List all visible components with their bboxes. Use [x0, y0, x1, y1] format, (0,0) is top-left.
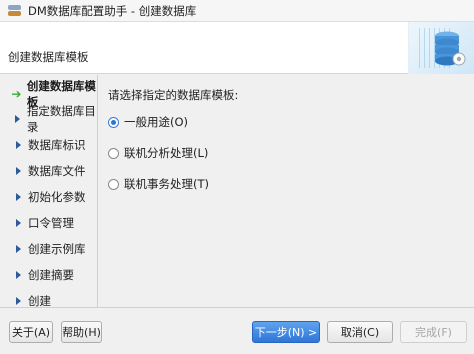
step-triangle-icon [14, 115, 20, 123]
step-password: 口令管理 [0, 212, 98, 234]
step-label: 口令管理 [28, 216, 74, 230]
finish-button[interactable]: 完成(F) [400, 321, 467, 343]
template-prompt: 请选择指定的数据库模板: [108, 88, 239, 102]
title-bar: DM数据库配置助手 - 创建数据库 [0, 0, 474, 22]
step-init-params: 初始化参数 [0, 186, 98, 208]
step-db-directory: 指定数据库目录 [0, 104, 98, 134]
next-button[interactable]: 下一步(N) > [252, 321, 320, 343]
window-title: DM数据库配置助手 - 创建数据库 [28, 3, 197, 18]
about-button[interactable]: 关于(A) [9, 321, 53, 343]
cancel-button[interactable]: 取消(C) [327, 321, 393, 343]
wizard-footer: 关于(A) 帮助(H) 下一步(N) > 取消(C) 完成(F) [0, 307, 474, 354]
step-label: 创建摘要 [28, 268, 74, 282]
step-triangle-icon [15, 141, 21, 149]
step-db-identity: 数据库标识 [0, 134, 98, 156]
radio-oltp[interactable]: 联机事务处理(T) [108, 176, 209, 192]
radio-general-purpose[interactable]: 一般用途(O) [108, 114, 188, 130]
step-db-files: 数据库文件 [0, 160, 98, 182]
wizard-header: 创建数据库模板 [0, 22, 474, 74]
step-triangle-icon [15, 167, 21, 175]
radio-label: 联机事务处理(T) [124, 177, 209, 191]
help-button[interactable]: 帮助(H) [61, 321, 102, 343]
step-label: 创建示例库 [28, 242, 86, 256]
step-create-template: ➔ 创建数据库模板 [0, 79, 98, 109]
database-icon [435, 31, 466, 66]
radio-button-checked[interactable] [108, 116, 119, 128]
step-summary: 创建摘要 [0, 264, 98, 286]
step-label: 初始化参数 [28, 190, 86, 204]
step-sample-db: 创建示例库 [0, 238, 98, 260]
radio-label: 一般用途(O) [124, 115, 189, 129]
wizard-steps: ➔ 创建数据库模板 指定数据库目录 数据库标识 数据库文件 初始化参数 口令管理… [0, 75, 98, 308]
step-label: 数据库标识 [28, 138, 86, 152]
radio-label: 联机分析处理(L) [124, 146, 209, 160]
radio-button[interactable] [108, 147, 119, 159]
page-title: 创建数据库模板 [8, 50, 89, 64]
step-triangle-icon [15, 297, 21, 305]
header-banner [408, 22, 474, 74]
app-icon [8, 4, 22, 18]
radio-button[interactable] [108, 178, 119, 190]
step-triangle-icon [15, 193, 21, 201]
current-step-arrow-icon: ➔ [11, 87, 22, 101]
step-triangle-icon [15, 271, 21, 279]
step-label: 数据库文件 [28, 164, 86, 178]
step-label: 指定数据库目录 [26, 104, 96, 134]
radio-olap[interactable]: 联机分析处理(L) [108, 145, 208, 161]
step-triangle-icon [15, 245, 21, 253]
step-triangle-icon [15, 219, 21, 227]
template-panel: 请选择指定的数据库模板: 一般用途(O) 联机分析处理(L) 联机事务处理(T) [99, 75, 474, 307]
